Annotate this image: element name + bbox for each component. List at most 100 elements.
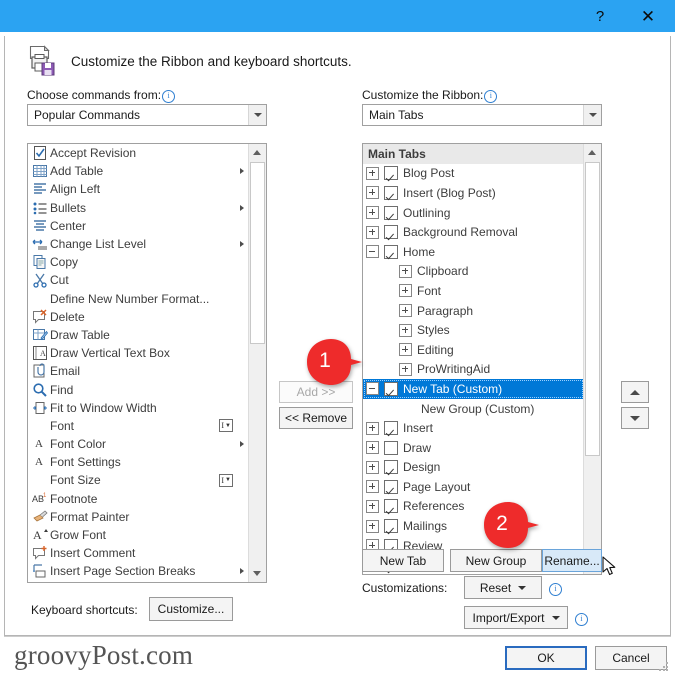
ribbon-tree-scrollbar[interactable]: [583, 144, 601, 574]
chevron-down-icon-right[interactable]: [583, 105, 601, 125]
new-group-button[interactable]: New Group: [450, 549, 542, 572]
command-list-item[interactable]: Accept Revision: [28, 144, 249, 162]
customize-ribbon-combo[interactable]: Main Tabs: [362, 104, 602, 126]
expand-plus-icon[interactable]: [366, 499, 379, 513]
commands-list-scrollbar[interactable]: [248, 144, 266, 582]
scroll-thumb-right[interactable]: [585, 162, 600, 456]
choose-commands-combo[interactable]: Popular Commands: [27, 104, 267, 126]
ribbon-tree-item[interactable]: New Group (Custom): [363, 399, 584, 419]
command-list-item[interactable]: Define New Number Format...: [28, 290, 249, 308]
command-list-item[interactable]: Change List Level: [28, 235, 249, 253]
expand-plus-icon[interactable]: [399, 362, 412, 376]
scroll-up-button-right[interactable]: [584, 144, 600, 161]
command-list-item[interactable]: Copy: [28, 253, 249, 271]
ribbon-tree-item[interactable]: Paragraph: [363, 301, 584, 321]
command-list-item[interactable]: Cut: [28, 271, 249, 289]
scroll-up-button-left[interactable]: [249, 144, 265, 161]
import-export-dropdown-button[interactable]: Import/Export: [464, 606, 568, 629]
move-up-button[interactable]: [621, 381, 649, 403]
expand-plus-icon[interactable]: [366, 166, 379, 180]
collapse-minus-icon[interactable]: [366, 245, 379, 259]
remove-button[interactable]: << Remove: [279, 407, 353, 429]
expand-plus-icon[interactable]: [366, 421, 379, 435]
ribbon-tree-item[interactable]: ProWritingAid: [363, 360, 584, 380]
ok-button[interactable]: OK: [505, 646, 587, 670]
commands-listbox[interactable]: Accept Revision Add Table Align Left Bullet…: [27, 143, 267, 583]
reset-dropdown-button[interactable]: Reset: [464, 576, 542, 599]
command-list-item[interactable]: Draw Table: [28, 326, 249, 344]
expand-plus-icon[interactable]: [399, 284, 412, 298]
expand-plus-icon[interactable]: [366, 186, 379, 200]
ribbon-tree-item-selected[interactable]: New Tab (Custom): [363, 379, 584, 399]
info-icon-reset[interactable]: i: [549, 583, 562, 596]
ribbon-tab-checkbox[interactable]: [384, 519, 398, 534]
expand-plus-icon[interactable]: [366, 225, 379, 239]
command-list-item[interactable]: Font Size I ▼: [28, 471, 249, 489]
help-button[interactable]: ?: [577, 0, 623, 32]
ribbon-tree-item[interactable]: Mailings: [363, 516, 584, 536]
new-tab-button[interactable]: New Tab: [362, 549, 444, 572]
expand-plus-icon[interactable]: [399, 323, 412, 337]
expand-plus-icon[interactable]: [399, 264, 412, 278]
expand-plus-icon[interactable]: [366, 480, 379, 494]
command-list-item[interactable]: Center: [28, 217, 249, 235]
rename-button[interactable]: Rename...: [542, 549, 602, 572]
ribbon-tab-checkbox[interactable]: [384, 205, 398, 220]
ribbon-tab-checkbox[interactable]: [384, 421, 398, 436]
ribbon-tree-item[interactable]: References: [363, 497, 584, 517]
expand-plus-icon[interactable]: [366, 519, 379, 533]
command-list-item[interactable]: Insert Comment: [28, 544, 249, 562]
command-list-item[interactable]: A Grow Font: [28, 526, 249, 544]
collapse-minus-icon[interactable]: [366, 382, 379, 396]
command-list-item[interactable]: AB 1 Footnote: [28, 490, 249, 508]
expand-plus-icon[interactable]: [399, 343, 412, 357]
command-list-item[interactable]: Insert Picture: [28, 581, 249, 583]
ribbon-tree-item[interactable]: Font: [363, 281, 584, 301]
expand-plus-icon[interactable]: [399, 304, 412, 318]
ribbon-tree-item[interactable]: Styles: [363, 320, 584, 340]
move-down-button[interactable]: [621, 407, 649, 429]
ribbon-tree-item[interactable]: Insert: [363, 418, 584, 438]
info-icon-right[interactable]: i: [484, 90, 498, 103]
command-list-item[interactable]: Find: [28, 380, 249, 398]
info-icon-import-export[interactable]: i: [575, 613, 588, 626]
ribbon-tree-item[interactable]: Background Removal: [363, 222, 584, 242]
close-button[interactable]: ✕: [625, 0, 671, 32]
scroll-down-button-left[interactable]: [249, 565, 265, 582]
ribbon-tree-item[interactable]: Clipboard: [363, 262, 584, 282]
ribbon-tree-item[interactable]: Editing: [363, 340, 584, 360]
ribbon-tab-checkbox[interactable]: [384, 499, 398, 514]
customize-keyboard-button[interactable]: Customize...: [149, 597, 233, 621]
ribbon-tab-checkbox[interactable]: [384, 440, 398, 455]
info-icon-left[interactable]: i: [162, 90, 176, 103]
ribbon-tree-item[interactable]: Draw: [363, 438, 584, 458]
command-list-item[interactable]: Align Left: [28, 180, 249, 198]
ribbon-tree-item[interactable]: Design: [363, 458, 584, 478]
scroll-thumb-left[interactable]: [250, 162, 265, 344]
expand-plus-icon[interactable]: [366, 460, 379, 474]
expand-plus-icon[interactable]: [366, 206, 379, 220]
ribbon-tab-checkbox[interactable]: [384, 381, 398, 396]
ribbon-tab-checkbox[interactable]: [384, 166, 398, 181]
command-list-item[interactable]: A Font Color: [28, 435, 249, 453]
ribbon-tree-item[interactable]: Page Layout: [363, 477, 584, 497]
ribbon-tree-item[interactable]: Insert (Blog Post): [363, 183, 584, 203]
command-list-item[interactable]: Format Painter: [28, 508, 249, 526]
command-list-item[interactable]: Bullets: [28, 199, 249, 217]
command-list-item[interactable]: Fit to Window Width: [28, 399, 249, 417]
command-list-item[interactable]: A Draw Vertical Text Box: [28, 344, 249, 362]
command-list-item[interactable]: Delete: [28, 308, 249, 326]
resize-grip[interactable]: [659, 662, 669, 672]
command-list-item[interactable]: Insert Page Section Breaks: [28, 562, 249, 580]
ribbon-tab-checkbox[interactable]: [384, 244, 398, 259]
ribbon-tab-checkbox[interactable]: [384, 225, 398, 240]
ribbon-tree-item[interactable]: Home: [363, 242, 584, 262]
expand-plus-icon[interactable]: [366, 441, 379, 455]
command-list-item[interactable]: Add Table: [28, 162, 249, 180]
command-list-item[interactable]: Email: [28, 362, 249, 380]
command-list-item[interactable]: A Font Settings: [28, 453, 249, 471]
command-list-item[interactable]: Font I ▼: [28, 417, 249, 435]
chevron-down-icon-left[interactable]: [248, 105, 266, 125]
ribbon-tree-item[interactable]: Outlining: [363, 203, 584, 223]
ribbon-tree-item[interactable]: Blog Post: [363, 164, 584, 184]
